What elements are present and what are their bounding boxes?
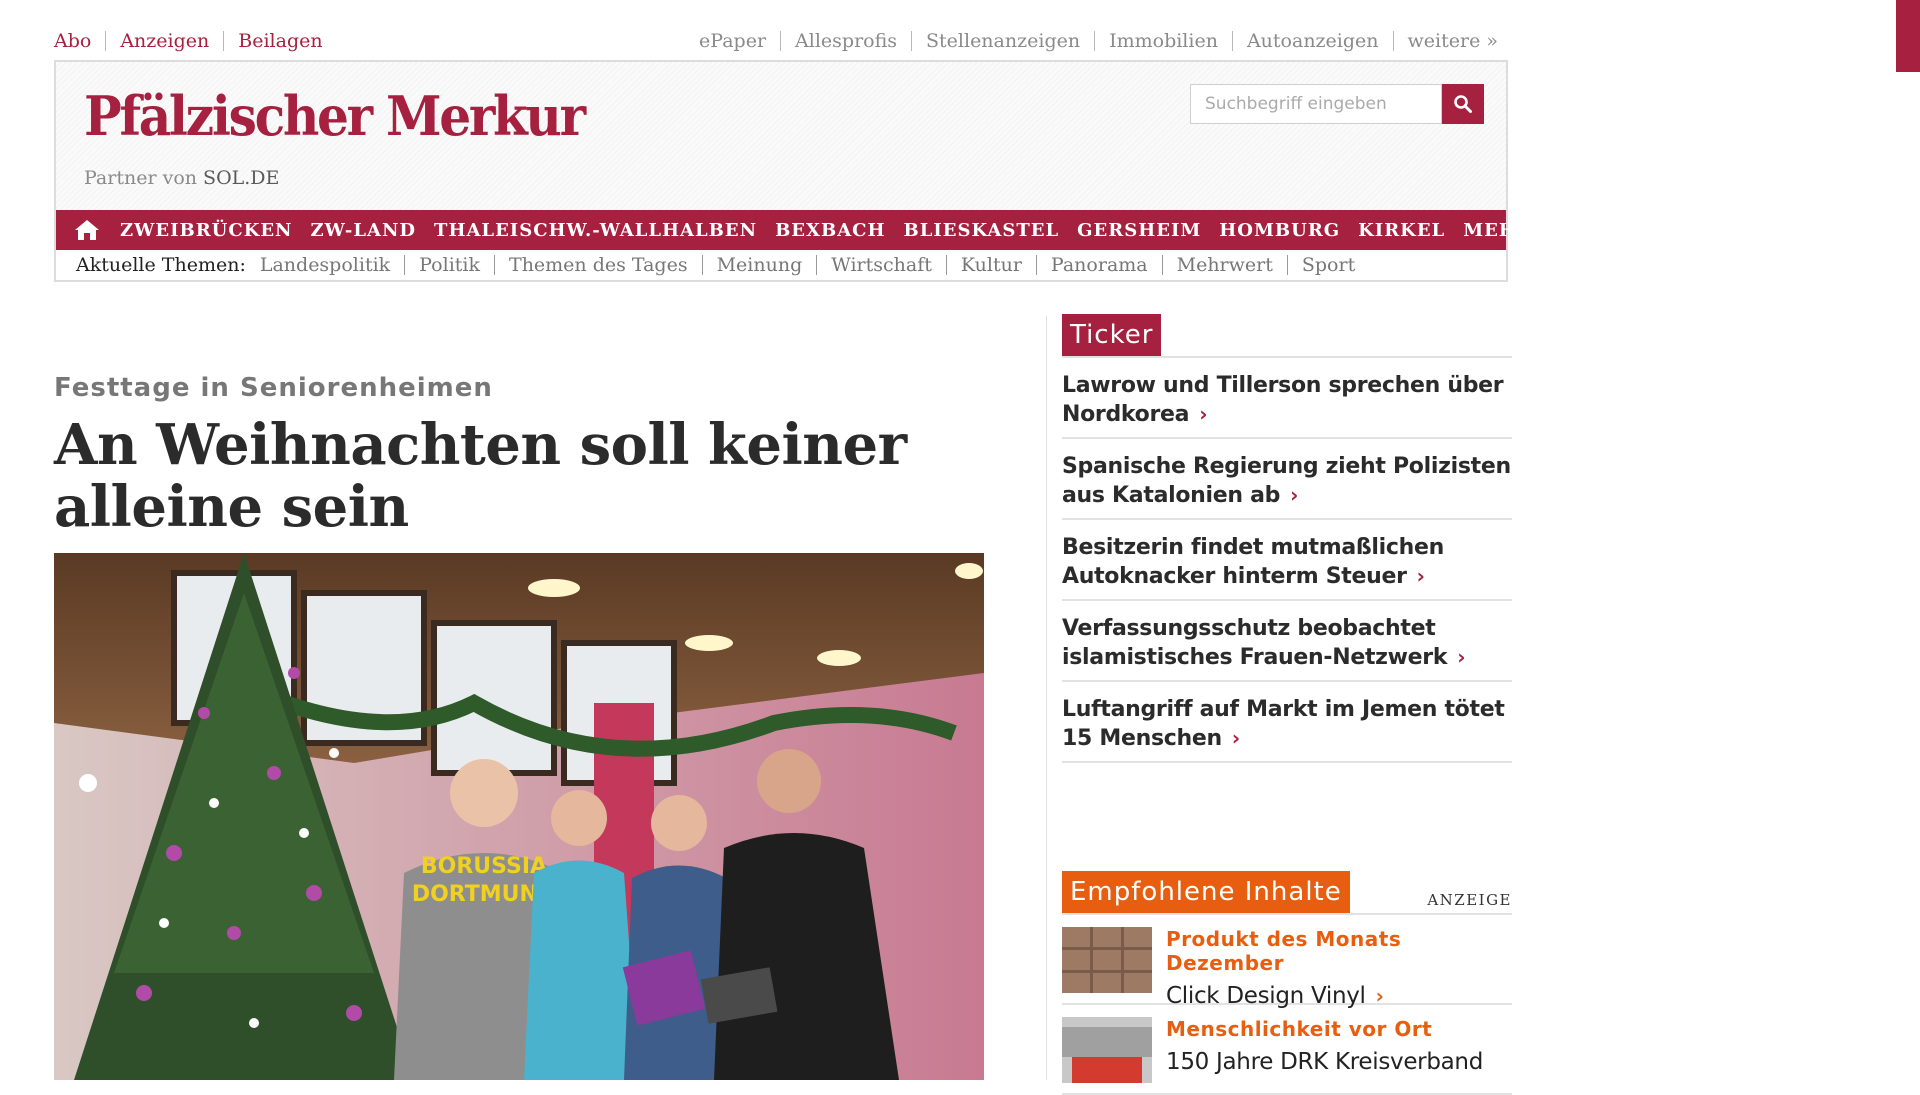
- divider: [1392, 31, 1394, 51]
- article-headline: An Weihnachten soll keiner alleine sein: [54, 412, 907, 540]
- ticker-item[interactable]: Verfassungsschutz beobachtet islamistisc…: [1062, 601, 1512, 682]
- nav-item-bexbach[interactable]: BEXBACH: [775, 220, 885, 241]
- recommended-header: Empfohlene Inhalte ANZEIGE: [1062, 871, 1512, 915]
- partner-prefix: Partner von: [84, 167, 197, 189]
- ticker-item-text: Luftangriff auf Markt im Jemen tötet 15 …: [1062, 697, 1505, 751]
- ticker-item-text: Besitzerin findet mutmaßlichen Autoknack…: [1062, 535, 1444, 589]
- divider: [223, 31, 225, 51]
- topics-label: Aktuelle Themen:: [76, 254, 246, 276]
- divider: [911, 31, 913, 51]
- ticker-section: Ticker Lawrow und Tillerson sprechen übe…: [1062, 314, 1512, 763]
- article-photo-illustration: BORUSSIA DORTMUND: [54, 553, 984, 1080]
- topbar-link-anzeigen[interactable]: Anzeigen: [120, 30, 209, 52]
- partner-line: Partner von SOL.DE: [84, 167, 279, 189]
- chevron-right-icon: ›: [1231, 726, 1240, 750]
- shirt-text-1: BORUSSIA: [421, 854, 547, 879]
- article-kicker: Festtage in Seniorenheimen: [54, 373, 493, 403]
- nav-item-thaleischweiler[interactable]: THALEISCHW.-WALLHALBEN: [434, 220, 757, 241]
- recommended-title-text: Click Design Vinyl: [1166, 983, 1366, 1009]
- ticker-item[interactable]: Besitzerin findet mutmaßlichen Autoknack…: [1062, 520, 1512, 601]
- topic-landespolitik[interactable]: Landespolitik: [260, 254, 390, 276]
- corner-tab[interactable]: [1896, 0, 1920, 72]
- ticker-item[interactable]: Luftangriff auf Markt im Jemen tötet 15 …: [1062, 682, 1512, 763]
- topic-meinung[interactable]: Meinung: [717, 254, 803, 276]
- topbar-link-beilagen[interactable]: Beilagen: [238, 30, 322, 52]
- home-icon: [75, 220, 99, 240]
- topbar-link-abo[interactable]: Abo: [54, 30, 91, 52]
- divider: [1161, 255, 1163, 275]
- divider: [105, 31, 107, 51]
- ticker-item-text: Spanische Regierung zieht Polizisten aus…: [1062, 454, 1511, 508]
- topbar-link-epaper[interactable]: ePaper: [699, 30, 766, 52]
- nav-item-zweibruecken[interactable]: ZWEIBRÜCKEN: [120, 220, 293, 241]
- ticker-item[interactable]: Lawrow und Tillerson sprechen über Nordk…: [1062, 358, 1512, 439]
- search-box: [1190, 84, 1484, 124]
- divider: [1286, 255, 1288, 275]
- topic-mehrwert[interactable]: Mehrwert: [1177, 254, 1273, 276]
- site-header: Pfälzischer Merkur Partner von SOL.DE ZW…: [54, 60, 1532, 282]
- nav-item-homburg[interactable]: HOMBURG: [1219, 220, 1340, 241]
- chevron-right-icon: ›: [1290, 483, 1299, 507]
- topbar-link-immobilien[interactable]: Immobilien: [1109, 30, 1218, 52]
- recommended-item-title: Click Design Vinyl ›: [1166, 983, 1512, 1009]
- topic-kultur[interactable]: Kultur: [961, 254, 1022, 276]
- nav-item-kirkel[interactable]: KIRKEL: [1358, 220, 1445, 241]
- topbar-link-weitere[interactable]: weitere »: [1408, 30, 1498, 52]
- ticker-item[interactable]: Spanische Regierung zieht Polizisten aus…: [1062, 439, 1512, 520]
- divider: [1094, 31, 1096, 51]
- divider: [816, 255, 818, 275]
- recommended-text: Menschlichkeit vor Ort 150 Jahre DRK Kre…: [1166, 1017, 1483, 1087]
- recommended-thumbnail: [1062, 927, 1152, 993]
- recommended-thumbnail: [1062, 1017, 1152, 1083]
- topics-bar: Aktuelle Themen: Landespolitik Politik T…: [56, 250, 1506, 280]
- divider: [1231, 31, 1233, 51]
- recommended-title: Empfohlene Inhalte: [1062, 871, 1350, 913]
- recommended-item[interactable]: Menschlichkeit vor Ort 150 Jahre DRK Kre…: [1062, 1005, 1512, 1095]
- topic-politik[interactable]: Politik: [419, 254, 480, 276]
- nav-item-gersheim[interactable]: GERSHEIM: [1077, 220, 1201, 241]
- ad-label: ANZEIGE: [1427, 891, 1512, 909]
- recommended-kicker: Produkt des Monats Dezember: [1166, 927, 1402, 975]
- chevron-right-icon: ›: [1457, 645, 1466, 669]
- chevron-right-icon: ›: [1416, 564, 1425, 588]
- nav-item-blieskastel[interactable]: BLIESKASTEL: [904, 220, 1060, 241]
- topic-panorama[interactable]: Panorama: [1051, 254, 1148, 276]
- ticker-item-text: Verfassungsschutz beobachtet islamistisc…: [1062, 616, 1448, 670]
- search-input[interactable]: [1190, 84, 1442, 124]
- recommended-section: Empfohlene Inhalte ANZEIGE Produkt des M…: [1062, 871, 1512, 1095]
- recommended-title-text: 150 Jahre DRK Kreisverband: [1166, 1049, 1484, 1075]
- topbar-link-autoanzeigen[interactable]: Autoanzeigen: [1247, 30, 1379, 52]
- search-button[interactable]: [1442, 84, 1484, 124]
- recommended-item[interactable]: Produkt des Monats Dezember Click Design…: [1062, 915, 1512, 1009]
- topic-themen-des-tages[interactable]: Themen des Tages: [509, 254, 688, 276]
- main-navigation: ZWEIBRÜCKEN ZW-LAND THALEISCHW.-WALLHALB…: [56, 210, 1532, 250]
- topbar-link-allesprofis[interactable]: Allesprofis: [795, 30, 897, 52]
- recommended-text: Produkt des Monats Dezember Click Design…: [1166, 927, 1512, 1009]
- chevron-right-icon: ›: [1375, 984, 1384, 1008]
- chevron-right-icon: ›: [1199, 402, 1208, 426]
- recommended-kicker: Menschlichkeit vor Ort: [1166, 1017, 1433, 1041]
- divider: [404, 255, 406, 275]
- divider: [780, 31, 782, 51]
- recommended-item-title: 150 Jahre DRK Kreisverband: [1166, 1049, 1483, 1075]
- ticker-header: Ticker: [1062, 314, 1512, 358]
- top-utility-bar: Abo Anzeigen Beilagen ePaper Allesprofis…: [54, 30, 1498, 58]
- ticker-item-text: Lawrow und Tillerson sprechen über Nordk…: [1062, 373, 1504, 427]
- divider: [494, 255, 496, 275]
- article-photo[interactable]: BORUSSIA DORTMUND: [54, 553, 984, 1080]
- site-logo[interactable]: Pfälzischer Merkur: [84, 84, 586, 148]
- divider: [1035, 255, 1037, 275]
- partner-link[interactable]: SOL.DE: [203, 167, 279, 189]
- topic-wirtschaft[interactable]: Wirtschaft: [831, 254, 932, 276]
- ticker-title: Ticker: [1062, 314, 1162, 356]
- search-icon: [1454, 95, 1472, 113]
- divider: [701, 255, 703, 275]
- nav-item-mehr[interactable]: MEHR: [1463, 220, 1533, 241]
- topbar-link-stellenanzeigen[interactable]: Stellenanzeigen: [926, 30, 1080, 52]
- divider: [945, 255, 947, 275]
- topic-sport[interactable]: Sport: [1302, 254, 1355, 276]
- nav-item-zw-land[interactable]: ZW-LAND: [311, 220, 417, 241]
- column-divider: [1046, 316, 1047, 1080]
- home-button[interactable]: [74, 210, 100, 250]
